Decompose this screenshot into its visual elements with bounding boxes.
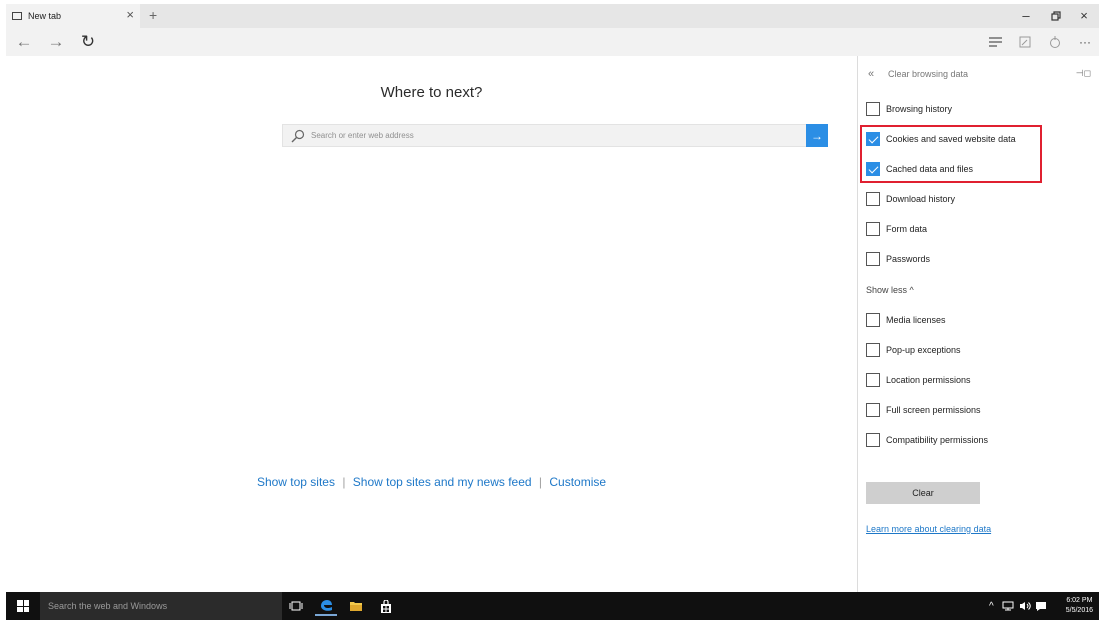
minimize-button[interactable]: – <box>1012 6 1040 26</box>
taskbar: Search the web and Windows ^ 6:02 PM 5/5… <box>6 592 1099 620</box>
back-chevron-icon[interactable]: « <box>868 68 880 80</box>
checkbox-label: Cookies and saved website data <box>886 134 1016 144</box>
checkbox-media-licenses[interactable]: Media licenses <box>866 311 946 329</box>
action-center-icon[interactable] <box>1035 592 1047 620</box>
navigation-bar: ← → ↻ ··· <box>6 28 1099 56</box>
clear-browsing-data-panel: « Clear browsing data ⊣◻ Browsing histor… <box>857 56 1099 592</box>
checkbox[interactable] <box>866 433 880 447</box>
task-view-icon <box>289 601 303 611</box>
checkbox-passwords[interactable]: Passwords <box>866 250 930 268</box>
volume-icon[interactable] <box>1019 592 1031 620</box>
hub-button[interactable] <box>984 32 1006 52</box>
title-bar: New tab × + – × <box>6 4 1099 28</box>
checkbox-label: Download history <box>886 194 956 204</box>
store-button[interactable] <box>375 596 397 616</box>
web-note-button[interactable] <box>1014 32 1036 52</box>
refresh-button[interactable]: ↻ <box>76 30 100 54</box>
start-button[interactable] <box>6 592 40 620</box>
link-separator: | <box>342 475 346 489</box>
back-button[interactable]: ← <box>12 30 36 54</box>
checkbox-compatibility-permissions[interactable]: Compatibility permissions <box>866 431 988 449</box>
taskbar-search-box[interactable]: Search the web and Windows <box>40 592 282 620</box>
new-tab-options: Show top sites | Show top sites and my n… <box>6 475 857 489</box>
checkbox[interactable] <box>866 313 880 327</box>
page-heading: Where to next? <box>380 84 483 101</box>
checkbox-label: Media licenses <box>886 315 946 325</box>
pin-icon[interactable]: ⊣◻ <box>1076 68 1091 79</box>
link-separator: | <box>538 475 543 489</box>
tab-page-icon <box>12 12 22 20</box>
customise-link[interactable]: Customise <box>549 475 606 489</box>
clock-time: 6:02 PM <box>1066 597 1093 604</box>
checkbox[interactable] <box>866 132 880 146</box>
search-icon <box>291 129 307 143</box>
panel-header[interactable]: « Clear browsing data <box>868 66 968 82</box>
file-explorer-button[interactable] <box>345 596 367 616</box>
show-less-toggle[interactable]: Show less ^ <box>866 285 914 295</box>
edge-icon <box>321 600 332 611</box>
restore-icon <box>1051 11 1061 21</box>
checkbox-popup-exceptions[interactable]: Pop-up exceptions <box>866 341 961 359</box>
more-button[interactable]: ··· <box>1074 32 1096 52</box>
new-tab-button[interactable]: + <box>149 7 157 23</box>
hub-icon <box>988 37 1002 47</box>
checkbox-download-history[interactable]: Download history <box>866 190 955 208</box>
checkbox-label: Passwords <box>886 254 931 264</box>
checkbox[interactable] <box>866 343 880 357</box>
checkbox-cached-data[interactable]: Cached data and files <box>866 160 973 178</box>
checkbox-label: Location permissions <box>886 375 971 385</box>
go-button[interactable]: → <box>806 124 828 147</box>
checkbox[interactable] <box>866 192 880 206</box>
web-note-icon <box>1019 36 1031 48</box>
search-box[interactable]: → <box>282 124 828 147</box>
forward-button[interactable]: → <box>44 30 68 54</box>
checkbox-label: Form data <box>886 224 928 234</box>
task-view-button[interactable] <box>285 596 307 616</box>
checkbox-form-data[interactable]: Form data <box>866 220 927 238</box>
new-tab-page: Where to next? → Show top sites | Show t… <box>6 56 857 592</box>
clock-date: 5/5/2016 <box>1065 607 1093 614</box>
checkbox[interactable] <box>866 222 880 236</box>
checkbox-full-screen-permissions[interactable]: Full screen permissions <box>866 401 981 419</box>
show-top-sites-news-feed-link[interactable]: Show top sites and my news feed <box>353 475 532 489</box>
edge-taskbar-button[interactable] <box>315 596 337 616</box>
tab-close-icon[interactable]: × <box>126 7 134 23</box>
learn-more-link[interactable]: Learn more about clearing data <box>866 524 991 534</box>
checkbox-browsing-history[interactable]: Browsing history <box>866 100 952 118</box>
close-window-button[interactable]: × <box>1070 6 1098 26</box>
windows-logo-icon <box>17 600 29 612</box>
tab-new-tab[interactable]: New tab × <box>6 4 140 28</box>
share-icon <box>1050 35 1060 48</box>
network-icon[interactable] <box>1002 592 1014 620</box>
checkbox-label: Cached data and files <box>886 164 974 174</box>
search-input[interactable] <box>311 126 791 145</box>
checkbox-label: Browsing history <box>886 104 953 114</box>
maximize-button[interactable] <box>1042 6 1070 26</box>
checkbox-label: Pop-up exceptions <box>886 345 961 355</box>
checkbox[interactable] <box>866 102 880 116</box>
checkbox-cookies[interactable]: Cookies and saved website data <box>866 130 1016 148</box>
show-top-sites-link[interactable]: Show top sites <box>257 475 335 489</box>
store-icon <box>381 599 391 613</box>
share-button[interactable] <box>1044 32 1066 52</box>
checkbox[interactable] <box>866 252 880 266</box>
system-clock[interactable]: 6:02 PM 5/5/2016 <box>1066 596 1093 616</box>
checkbox[interactable] <box>866 373 880 387</box>
taskbar-search-text: Search the web and Windows <box>48 601 168 611</box>
checkbox-location-permissions[interactable]: Location permissions <box>866 371 971 389</box>
checkbox[interactable] <box>866 162 880 176</box>
tray-overflow-icon[interactable]: ^ <box>989 592 994 620</box>
clear-button[interactable]: Clear <box>866 482 980 504</box>
checkbox-label: Full screen permissions <box>886 405 981 415</box>
folder-icon <box>350 602 362 611</box>
checkbox-label: Compatibility permissions <box>886 435 989 445</box>
panel-title: Clear browsing data <box>888 69 969 79</box>
checkbox[interactable] <box>866 403 880 417</box>
tab-title: New tab <box>28 11 62 21</box>
